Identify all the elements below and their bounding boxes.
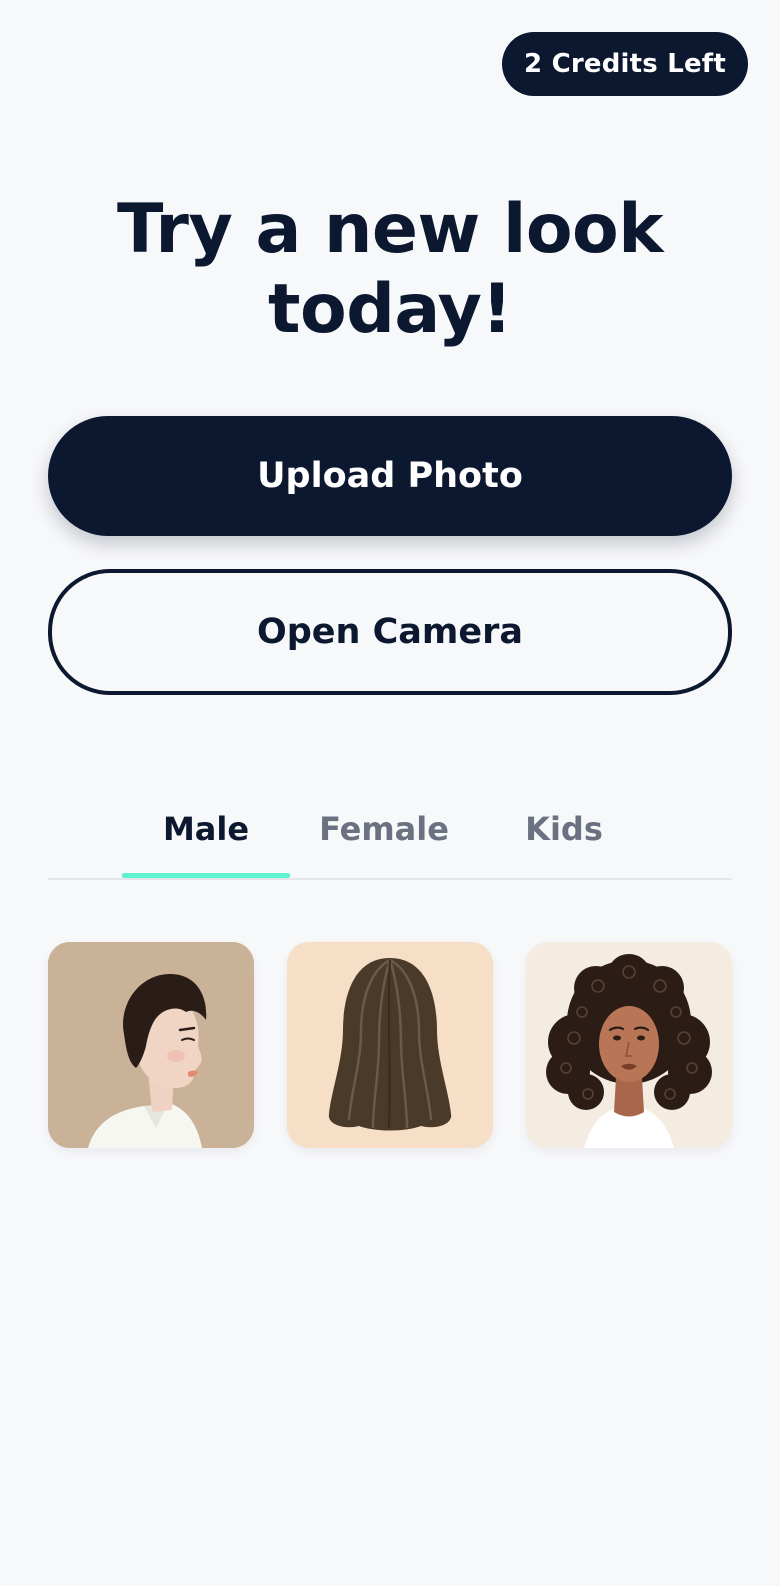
open-camera-button[interactable]: Open Camera xyxy=(48,569,732,695)
long-straight-hair-icon xyxy=(287,942,493,1148)
tab-male[interactable]: Male xyxy=(122,800,290,878)
style-card-short-hair[interactable] xyxy=(48,942,254,1148)
tab-female-label: Female xyxy=(319,810,449,848)
page-title: Try a new look today! xyxy=(117,190,664,349)
curly-hair-portrait-icon xyxy=(526,942,732,1148)
upload-photo-button[interactable]: Upload Photo xyxy=(48,416,732,536)
tab-female[interactable]: Female xyxy=(300,800,468,876)
tab-kids-label: Kids xyxy=(525,810,603,848)
tab-kids[interactable]: Kids xyxy=(480,800,648,876)
tab-male-label: Male xyxy=(162,810,250,848)
short-hair-portrait-icon xyxy=(48,942,254,1148)
category-tabs: Male Female Kids xyxy=(48,800,732,880)
style-card-long-hair[interactable] xyxy=(287,942,493,1148)
upload-photo-label: Upload Photo xyxy=(257,456,523,496)
credits-badge[interactable]: 2 Credits Left xyxy=(502,32,748,96)
style-card-curly-hair[interactable] xyxy=(526,942,732,1148)
open-camera-label: Open Camera xyxy=(256,612,524,652)
